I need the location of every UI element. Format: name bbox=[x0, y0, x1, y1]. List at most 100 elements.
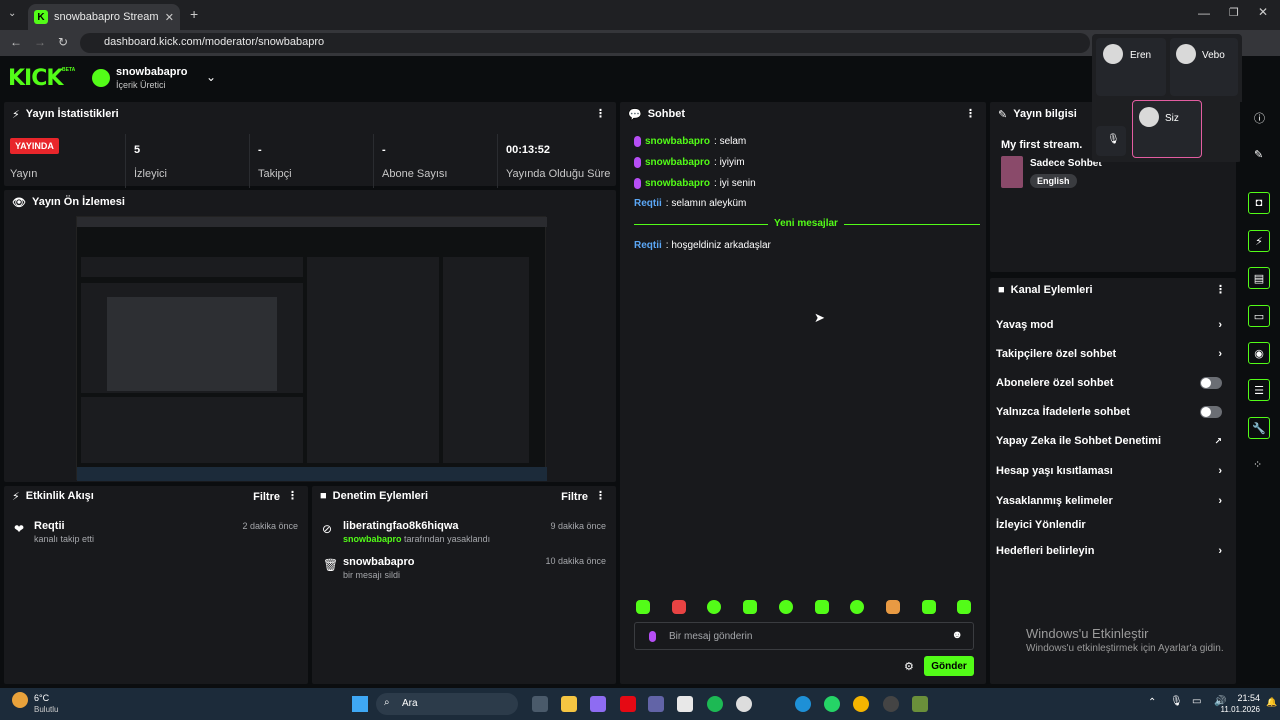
mod-item-text: bir mesajı sildi bbox=[343, 570, 401, 580]
reload-icon[interactable]: ↻ bbox=[58, 35, 68, 49]
emote-icon[interactable] bbox=[707, 600, 721, 614]
broadcast-tool-icon[interactable]: ◉ bbox=[1248, 342, 1270, 364]
chat-username[interactable]: snowbabapro bbox=[645, 178, 710, 189]
category-name[interactable]: Sadece Sohbet bbox=[1030, 158, 1102, 169]
emotes-only-action[interactable]: Yalnızca İfadelerle sohbet bbox=[996, 402, 1228, 422]
moderation-filter-button[interactable]: Filtre bbox=[561, 491, 588, 503]
moderation-more-icon[interactable]: ⋮ bbox=[595, 489, 606, 502]
tray-chevron-icon[interactable]: ⌃ bbox=[1148, 697, 1156, 708]
emote-icon[interactable] bbox=[743, 600, 757, 614]
preview-tool-icon[interactable]: ◘ bbox=[1248, 192, 1270, 214]
activity-user[interactable]: Reqtii bbox=[34, 520, 65, 532]
ai-moderation-action[interactable]: Yapay Zeka ile Sohbet Denetimi ↗ bbox=[996, 431, 1228, 451]
chat-username[interactable]: snowbabapro bbox=[645, 157, 710, 168]
notification-icon[interactable]: 🔔 bbox=[1266, 697, 1277, 708]
new-tab-icon[interactable]: + bbox=[190, 6, 198, 22]
emotes-only-toggle[interactable] bbox=[1200, 406, 1222, 418]
document-tool-icon[interactable]: ▤ bbox=[1248, 267, 1270, 289]
weather-icon[interactable] bbox=[12, 692, 28, 708]
copilot-icon[interactable] bbox=[590, 696, 606, 712]
kick-logo[interactable]: KICK bbox=[8, 66, 63, 91]
chat-username[interactable]: Reqtii bbox=[634, 198, 662, 209]
start-icon[interactable] bbox=[352, 696, 368, 712]
back-icon[interactable]: ← bbox=[10, 35, 22, 49]
info-icon[interactable]: ⓘ bbox=[1254, 110, 1265, 126]
chatgpt-icon[interactable] bbox=[736, 696, 752, 712]
chat-username[interactable]: Reqtii bbox=[634, 240, 662, 251]
action-label: Takipçilere özel sohbet bbox=[996, 348, 1117, 360]
preview-video[interactable] bbox=[76, 216, 547, 481]
emote-icon[interactable] bbox=[850, 600, 864, 614]
close-tab-icon[interactable]: ✕ bbox=[165, 11, 174, 24]
voice-participant[interactable]: Vebo bbox=[1170, 38, 1238, 96]
account-age-action[interactable]: Hesap yaşı kısıtlaması › bbox=[996, 461, 1228, 481]
channel-actions-more-icon[interactable]: ⋮ bbox=[1215, 283, 1226, 296]
maximize-icon[interactable]: ❐ bbox=[1229, 6, 1239, 19]
add-widget-icon[interactable]: ⁘ bbox=[1253, 458, 1262, 471]
voice-participant[interactable]: Eren bbox=[1096, 38, 1166, 96]
activity-filter-button[interactable]: Filtre bbox=[253, 491, 280, 503]
new-messages-label: Yeni mesajlar bbox=[768, 218, 844, 229]
channel-switch-chevron-icon[interactable]: ⌄ bbox=[206, 70, 216, 84]
list-tool-icon[interactable]: ☰ bbox=[1248, 379, 1270, 401]
chat-text: : iyiyim bbox=[714, 157, 745, 168]
raid-action[interactable]: İzleyici Yönlendir bbox=[996, 515, 1228, 535]
voice-participant-self[interactable]: Siz bbox=[1132, 100, 1202, 158]
url-field[interactable]: dashboard.kick.com/moderator/snowbabapro bbox=[80, 33, 1090, 53]
minecraft-icon[interactable] bbox=[912, 696, 928, 712]
voice-mic-button[interactable]: 🎙 bbox=[1096, 126, 1126, 156]
tab-list-icon[interactable]: ⌄ bbox=[8, 8, 16, 19]
stats-more-icon[interactable]: ⋮ bbox=[595, 107, 606, 120]
tray-mic-icon[interactable]: 🎙 bbox=[1170, 696, 1183, 707]
task-view-icon[interactable] bbox=[532, 696, 548, 712]
emote-icon[interactable] bbox=[922, 600, 936, 614]
file-explorer-icon[interactable] bbox=[561, 696, 577, 712]
wrench-tool-icon[interactable]: 🔧 bbox=[1248, 417, 1270, 439]
mod-item-user[interactable]: snowbabapro bbox=[343, 556, 415, 568]
followers-only-action[interactable]: Takipçilere özel sohbet › bbox=[996, 344, 1228, 364]
clock-date[interactable]: 11.01.2026 bbox=[1200, 705, 1260, 714]
send-button[interactable]: Gönder bbox=[924, 656, 974, 676]
subscribers-only-toggle[interactable] bbox=[1200, 377, 1222, 389]
lightning-tool-icon[interactable]: ⚡ bbox=[1248, 230, 1270, 252]
emote-icon[interactable] bbox=[636, 600, 650, 614]
action-label: Hesap yaşı kısıtlaması bbox=[996, 465, 1113, 477]
forward-icon[interactable]: → bbox=[34, 35, 46, 49]
chat-more-icon[interactable]: ⋮ bbox=[965, 107, 976, 120]
chat-username[interactable]: snowbabapro bbox=[645, 136, 710, 147]
goals-action[interactable]: Hedefleri belirleyin › bbox=[996, 541, 1228, 561]
whatsapp-icon[interactable] bbox=[824, 696, 840, 712]
emote-icon[interactable] bbox=[779, 600, 793, 614]
chat-input[interactable]: Bir mesaj gönderin ☻ bbox=[634, 622, 974, 650]
teams-icon[interactable] bbox=[648, 696, 664, 712]
chat-tool-icon[interactable]: ▭ bbox=[1248, 305, 1270, 327]
chat-input-placeholder: Bir mesaj gönderin bbox=[669, 631, 753, 642]
emote-icon[interactable] bbox=[672, 600, 686, 614]
emote-icon[interactable] bbox=[957, 600, 971, 614]
banned-words-action[interactable]: Yasaklanmış kelimeler › bbox=[996, 491, 1228, 511]
minimize-icon[interactable]: — bbox=[1198, 6, 1210, 20]
taskbar-search[interactable]: ⌕ Ara bbox=[376, 693, 518, 715]
edit-icon[interactable]: ✎ bbox=[1254, 148, 1263, 161]
spotify-icon[interactable] bbox=[707, 696, 723, 712]
emoji-picker-icon[interactable]: ☻ bbox=[951, 629, 963, 641]
emote-icon[interactable] bbox=[886, 600, 900, 614]
chat-settings-gear-icon[interactable]: ⚙ bbox=[904, 660, 914, 673]
mod-item-user[interactable]: liberatingfao8k6hiqwa bbox=[343, 520, 459, 532]
mod-item-by[interactable]: snowbabapro bbox=[343, 534, 402, 544]
close-window-icon[interactable]: ✕ bbox=[1258, 5, 1268, 19]
edge-icon[interactable] bbox=[795, 696, 811, 712]
emote-icon[interactable] bbox=[815, 600, 829, 614]
netflix-icon[interactable] bbox=[620, 696, 636, 712]
chrome-icon[interactable] bbox=[853, 696, 869, 712]
moderation-title: Denetim Eylemleri bbox=[332, 490, 429, 502]
eye-icon: 👁 bbox=[12, 196, 26, 209]
mod-item-desc: snowbabapro tarafından yasaklandı bbox=[343, 534, 490, 544]
obs-icon[interactable] bbox=[883, 696, 899, 712]
browser-tab[interactable]: K snowbabapro Stream - Kick Da ✕ bbox=[28, 4, 180, 30]
clock-time[interactable]: 21:54 bbox=[1220, 693, 1260, 703]
subscribers-only-action[interactable]: Abonelere özel sohbet bbox=[996, 373, 1228, 393]
activity-more-icon[interactable]: ⋮ bbox=[287, 489, 298, 502]
store-icon[interactable] bbox=[677, 696, 693, 712]
slow-mode-action[interactable]: Yavaş mod › bbox=[996, 315, 1228, 335]
